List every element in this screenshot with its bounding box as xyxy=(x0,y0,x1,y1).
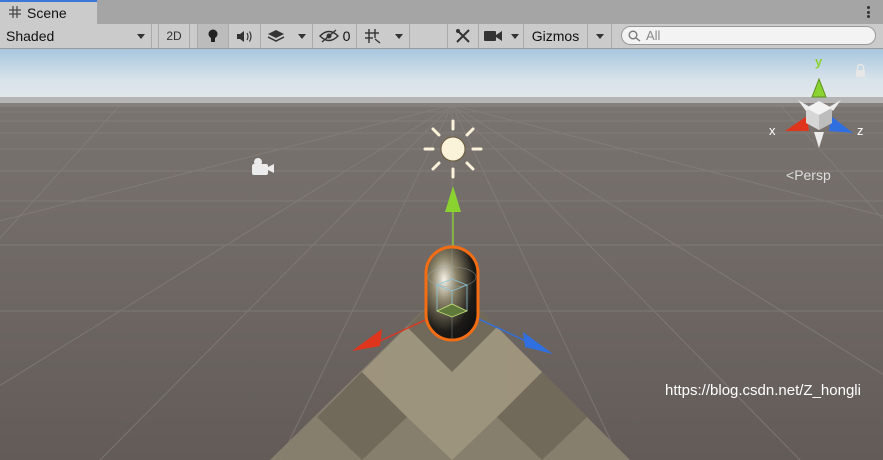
tools-icon xyxy=(456,29,470,43)
grid-icon xyxy=(9,5,21,21)
scene-toolbar: Shaded 2D 0 Gizmos All xyxy=(0,24,883,49)
tab-label: Scene xyxy=(27,5,67,21)
directional-light-icon[interactable] xyxy=(423,119,483,179)
audio-toggle-button[interactable] xyxy=(229,24,261,48)
camera-icon xyxy=(483,31,502,41)
chevron-down-icon xyxy=(297,33,306,39)
chevron-down-icon xyxy=(394,33,403,39)
camera-dropdown[interactable] xyxy=(479,24,524,48)
2d-label: 2D xyxy=(166,29,182,43)
draw-mode-dropdown[interactable]: Shaded xyxy=(0,24,152,48)
tab-scene[interactable]: Scene xyxy=(0,0,97,24)
more-options-icon[interactable] xyxy=(865,4,871,20)
scene-visibility-toggle[interactable]: 0 xyxy=(313,24,357,48)
lighting-toggle-button[interactable] xyxy=(197,24,229,48)
effects-dropdown[interactable] xyxy=(261,24,313,48)
grid-snap-dropdown[interactable] xyxy=(357,24,410,48)
gizmos-dropdown-button[interactable] xyxy=(588,24,612,48)
projection-label: Persp xyxy=(794,167,831,183)
tools-toggle-button[interactable] xyxy=(447,24,479,48)
chevron-down-icon xyxy=(137,33,145,39)
gizmos-toggle-button[interactable]: Gizmos xyxy=(524,24,588,48)
2d-toggle-button[interactable]: 2D xyxy=(158,24,190,48)
gizmos-label: Gizmos xyxy=(531,28,580,44)
z-axis-label: z xyxy=(857,123,864,138)
search-icon xyxy=(628,30,641,42)
chevron-down-icon xyxy=(510,33,519,39)
grid-snap-icon xyxy=(364,29,380,44)
draw-mode-label: Shaded xyxy=(6,28,55,44)
lightbulb-icon xyxy=(208,29,218,42)
layers-icon xyxy=(267,30,285,42)
projection-toggle[interactable]: <Persp xyxy=(786,167,831,183)
chevron-down-icon xyxy=(595,33,604,39)
y-axis-label: y xyxy=(815,54,823,69)
watermark: https://blog.csdn.net/Z_hongli xyxy=(665,382,861,399)
speaker-icon xyxy=(236,30,252,42)
scene-viewport[interactable]: y x z <Persp https://blog.csdn.net/Z_hon… xyxy=(0,49,883,460)
eye-hidden-icon xyxy=(318,29,339,43)
search-field[interactable]: All xyxy=(621,26,876,45)
perspective-icon: < xyxy=(786,167,795,183)
search-placeholder: All xyxy=(646,28,661,43)
hidden-count: 0 xyxy=(342,28,351,44)
selected-capsule[interactable] xyxy=(424,245,480,342)
x-axis-label: x xyxy=(769,123,776,138)
tab-bar: Scene xyxy=(0,0,883,24)
